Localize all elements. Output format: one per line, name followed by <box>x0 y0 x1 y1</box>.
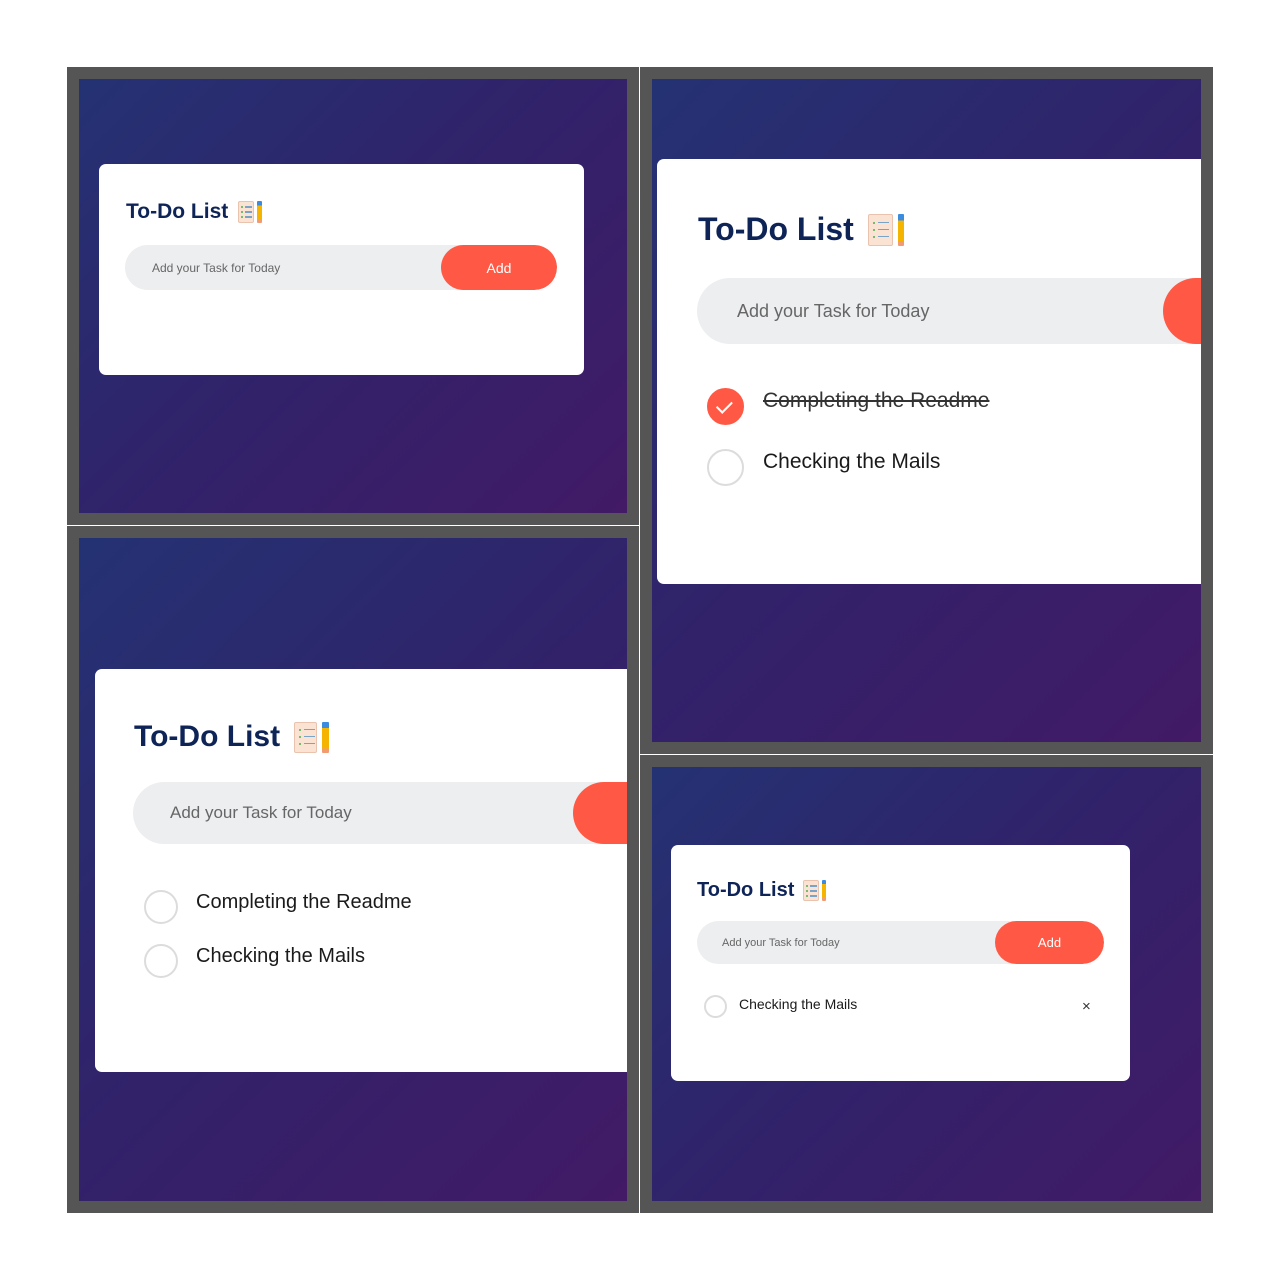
task-text: Checking the Mails <box>196 944 365 967</box>
checklist-pencil-emoji-icon <box>803 880 827 901</box>
app-title: To-Do List <box>126 200 262 224</box>
task-item[interactable]: Completing the Readme <box>707 388 989 425</box>
unchecked-circle-icon[interactable] <box>704 995 727 1018</box>
task-input-row <box>697 278 1201 344</box>
app-background: To-Do List Add Checking the Mails × <box>652 767 1201 1201</box>
todo-card: To-Do List Add Checking the Mails × <box>671 845 1130 1081</box>
add-button[interactable] <box>1163 278 1201 344</box>
task-input[interactable] <box>125 245 455 290</box>
task-text: Checking the Mails <box>739 995 858 1012</box>
task-input[interactable] <box>697 921 997 964</box>
title-text: To-Do List <box>126 200 229 223</box>
app-background: To-Do List Completing the Readme <box>79 538 627 1201</box>
task-text: Completing the Readme <box>763 388 990 412</box>
add-button[interactable]: Add <box>441 245 557 290</box>
app-title: To-Do List <box>697 879 827 902</box>
task-text: Completing the Readme <box>196 890 412 913</box>
unchecked-circle-icon[interactable] <box>144 944 178 978</box>
todo-card: To-Do List Completing the Readme <box>95 669 627 1072</box>
task-item[interactable]: Completing the Readme <box>144 890 412 924</box>
checklist-pencil-emoji-icon <box>868 213 905 246</box>
task-input[interactable] <box>133 782 573 844</box>
task-item[interactable]: Checking the Mails <box>144 944 365 978</box>
close-icon[interactable]: × <box>1082 999 1091 1014</box>
title-text: To-Do List <box>134 720 281 753</box>
title-text: To-Do List <box>697 879 795 901</box>
checklist-pencil-emoji-icon <box>293 721 329 753</box>
app-background: To-Do List Add <box>79 79 627 513</box>
task-item[interactable]: Checking the Mails <box>707 449 940 486</box>
task-input[interactable] <box>697 278 1157 344</box>
checked-circle-icon[interactable] <box>707 388 744 425</box>
task-input-row: Add <box>697 921 1104 964</box>
unchecked-circle-icon[interactable] <box>144 890 178 924</box>
task-item[interactable]: Checking the Mails <box>704 995 857 1018</box>
add-button[interactable] <box>573 782 627 844</box>
app-title: To-Do List <box>698 211 905 248</box>
task-text: Checking the Mails <box>763 449 941 473</box>
title-text: To-Do List <box>698 211 854 247</box>
checklist-pencil-emoji-icon <box>237 201 262 223</box>
panel-frame-4: To-Do List Add Checking the Mails × <box>640 755 1213 1213</box>
panel-frame-1: To-Do List Add <box>67 67 639 525</box>
panel-frame-2: To-Do List Completing the Readme <box>640 67 1213 754</box>
app-background: To-Do List Completing the Readme <box>652 79 1201 742</box>
panel-frame-3: To-Do List Completing the Readme <box>67 526 639 1213</box>
task-input-row: Add <box>125 245 557 290</box>
add-button[interactable]: Add <box>995 921 1104 964</box>
todo-card: To-Do List Add <box>99 164 584 375</box>
task-input-row <box>133 782 627 844</box>
todo-card: To-Do List Completing the Readme <box>657 159 1201 584</box>
app-title: To-Do List <box>134 720 329 754</box>
unchecked-circle-icon[interactable] <box>707 449 744 486</box>
